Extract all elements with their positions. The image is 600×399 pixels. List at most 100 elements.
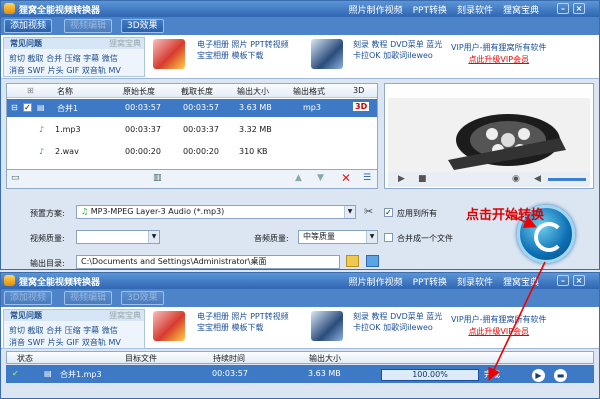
ad-bar: 常见问题 狸窝宝典 剪切 截取 合并 压缩 字幕 微信 消音 SWF 片头 GIF… (1, 35, 599, 79)
open-folder-icon[interactable]: ▬ (554, 369, 567, 382)
list-item[interactable]: ♪ 1.mp3 00:03:37 00:03:37 3.32 MB (7, 121, 377, 139)
music-note-icon: ♪ (39, 147, 45, 156)
delete-icon[interactable]: ✕ (341, 171, 351, 185)
title-bar: 狸窝全能视频转换器 照片制作视频 PPT转换 刻录软件 狸窝宝典 – × (1, 273, 599, 289)
task-window: 狸窝全能视频转换器 照片制作视频 PPT转换 刻录软件 狸窝宝典 – × 添加视… (0, 272, 600, 399)
col-name[interactable]: 名称 (57, 86, 73, 97)
minimize-icon[interactable]: – (557, 3, 569, 14)
apply-all-checkbox[interactable]: ✓ (384, 208, 393, 217)
link-photo-video[interactable]: 照片制作视频 (349, 3, 403, 16)
toolbar: 添加视频 视频编辑 3D效果 (1, 289, 599, 307)
task-row[interactable]: ✔ ▤ 合并1.mp3 00:03:57 3.63 MB 100.00% 完成 … (6, 365, 594, 383)
preset-select[interactable]: ♫ MP3-MPEG Layer-3 Audio (*.mp3) ▼ (76, 205, 356, 219)
col-size: 输出大小 (309, 354, 341, 363)
faq-panel: 常见问题 狸窝宝典 剪切 截取 合并 压缩 字幕 微信 消音 SWF 片头 GIF… (3, 309, 145, 349)
play-icon[interactable]: ▶ (398, 174, 405, 184)
faq-panel: 常见问题 狸窝宝典 剪切 截取 合并 压缩 字幕 微信 消音 SWF 片头 GIF… (3, 37, 145, 77)
move-down-icon[interactable]: ▼ (317, 173, 324, 183)
col-3d[interactable]: 3D (353, 86, 364, 95)
ad-photo-album[interactable]: 电子相册 照片 PPT转视频 宝宝相册 模板下载 (197, 311, 289, 333)
check-icon: ✔ (12, 369, 19, 378)
faq-line-1[interactable]: 剪切 截取 合并 压缩 字幕 微信 (9, 325, 118, 336)
link-ppt[interactable]: PPT转换 (413, 3, 447, 16)
row-checkbox[interactable]: ✓ (23, 103, 32, 112)
link-burn[interactable]: 刻录软件 (457, 3, 493, 16)
video-quality-label: 视频质量: (30, 234, 65, 243)
link-guide[interactable]: 狸窝宝典 (503, 275, 539, 288)
video-quality-select[interactable]: ▼ (76, 230, 160, 244)
edit-video-button[interactable]: 视频编辑 (64, 291, 113, 305)
audio-quality-select[interactable]: 中等质量 ▼ (298, 230, 378, 244)
link-guide[interactable]: 狸窝宝典 (503, 3, 539, 16)
faq-line-2[interactable]: 消音 SWF 片头 GIF 双音轨 MV (9, 65, 121, 76)
volume-icon[interactable]: ◀ (534, 174, 541, 184)
col-duration: 持续时间 (213, 354, 245, 363)
list-item[interactable]: ⊟ ✓ ▤ 合并1 00:03:57 00:03:57 3.63 MB mp3 … (7, 99, 377, 117)
file-icon: ▤ (44, 369, 52, 378)
subtitle-icon[interactable]: ▭ (11, 173, 20, 183)
effect-3d-button[interactable]: 3D效果 (121, 19, 164, 33)
ppt-ad-icon[interactable] (153, 311, 185, 341)
app-logo-icon (4, 3, 15, 14)
preset-label: 预置方案: (30, 209, 65, 218)
vip-text: VIP用户-拥有狸窝所有软件 (451, 43, 547, 52)
close-icon[interactable]: × (573, 3, 585, 14)
audio-track-icon[interactable]: ▥ (153, 173, 162, 183)
dvd-ad-icon[interactable] (311, 311, 343, 341)
vip-upgrade-link[interactable]: 点此升级VIP会员 (451, 54, 547, 66)
faq-line-2[interactable]: 消音 SWF 片头 GIF 双音轨 MV (9, 337, 121, 348)
ad-bar: 常见问题 狸窝宝典 剪切 截取 合并 压缩 字幕 微信 消音 SWF 片头 GIF… (1, 307, 599, 349)
faq-line-1[interactable]: 剪切 截取 合并 压缩 字幕 微信 (9, 53, 118, 64)
link-burn[interactable]: 刻录软件 (457, 275, 493, 288)
output-label: 输出目录: (30, 259, 65, 268)
volume-slider[interactable] (548, 178, 586, 181)
col-cut-len[interactable]: 截取长度 (181, 86, 213, 97)
output-path-field[interactable]: C:\Documents and Settings\Administrator\… (76, 255, 340, 269)
merge-checkbox[interactable] (384, 233, 393, 242)
minimize-icon[interactable]: – (557, 275, 569, 286)
add-video-button[interactable]: 添加视频 (4, 291, 53, 305)
player-controls: ▶ ■ ◉ ◀ (388, 172, 590, 187)
progress-bar: 100.00% (381, 369, 479, 381)
effect-3d-button[interactable]: 3D效果 (121, 291, 164, 305)
col-status: 状态 (17, 354, 33, 363)
ad-burn[interactable]: 刻录 教程 DVD菜单 蓝光 卡拉OK 加歌词ileweo (353, 311, 442, 333)
merge-label: 合并成一个文件 (397, 234, 453, 243)
preview-screen (388, 98, 590, 172)
vip-promo: VIP用户-拥有狸窝所有软件 点此升级VIP会员 (451, 42, 547, 66)
add-video-button[interactable]: 添加视频 (4, 19, 53, 33)
camera-icon[interactable]: ◉ (512, 174, 520, 184)
col-out-size[interactable]: 输出大小 (237, 86, 269, 97)
stop-icon[interactable]: ■ (418, 174, 427, 184)
main-window: 狸窝全能视频转换器 照片制作视频 PPT转换 刻录软件 狸窝宝典 – × 添加视… (0, 0, 600, 270)
vip-upgrade-link[interactable]: 点此升级VIP会员 (451, 326, 547, 338)
music-icon: ♫ (81, 207, 91, 216)
link-ppt[interactable]: PPT转换 (413, 275, 447, 288)
col-out-fmt[interactable]: 输出格式 (293, 86, 325, 97)
ppt-ad-icon[interactable] (153, 39, 185, 69)
app-logo-icon (4, 275, 15, 286)
edit-video-button[interactable]: 视频编辑 (64, 19, 113, 33)
list-item[interactable]: ♪ 2.wav 00:00:20 00:00:20 310 KB (7, 143, 377, 161)
faq-badge[interactable]: 狸窝宝典 (109, 38, 141, 49)
film-reel-icon (448, 114, 566, 170)
move-up-icon[interactable]: ▲ (295, 173, 302, 183)
play-icon[interactable]: ▶ (532, 369, 545, 382)
file-list-header: ⊞ 名称 原始长度 截取长度 输出大小 输出格式 3D (7, 84, 377, 98)
ad-photo-album[interactable]: 电子相册 照片 PPT转视频 宝宝相册 模板下载 (197, 39, 289, 61)
preview-panel: ▶ ■ ◉ ◀ (384, 83, 594, 189)
browse-folder-icon[interactable] (346, 255, 359, 267)
collapse-icon[interactable]: ⊟ (11, 103, 18, 112)
ad-burn[interactable]: 刻录 教程 DVD菜单 蓝光 卡拉OK 加歌词ileweo (353, 39, 442, 61)
title-bar: 狸窝全能视频转换器 照片制作视频 PPT转换 刻录软件 狸窝宝典 – × (1, 1, 599, 17)
close-icon[interactable]: × (573, 275, 585, 286)
3d-badge[interactable]: 3D (353, 102, 370, 111)
dvd-ad-icon[interactable] (311, 39, 343, 69)
settings-icon[interactable]: ✂ (364, 205, 373, 218)
settings-form: 预置方案: ♫ MP3-MPEG Layer-3 Audio (*.mp3) ▼ … (6, 197, 526, 269)
link-photo-video[interactable]: 照片制作视频 (349, 275, 403, 288)
col-orig-len[interactable]: 原始长度 (123, 86, 155, 97)
toolbar: 添加视频 视频编辑 3D效果 (1, 17, 599, 35)
open-folder-icon[interactable] (366, 255, 379, 267)
list-settings-icon[interactable]: ☰ (363, 173, 371, 183)
